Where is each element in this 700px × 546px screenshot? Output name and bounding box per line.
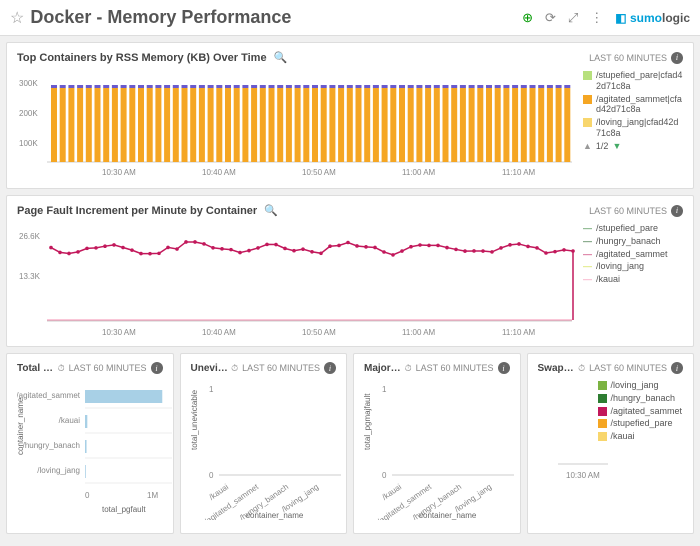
info-icon[interactable]: i <box>671 205 683 217</box>
svg-text:container_name: container_name <box>246 511 304 520</box>
svg-text:/loving_jang: /loving_jang <box>37 466 80 475</box>
brand-logo: ◧ sumologic <box>615 11 690 25</box>
svg-text:26.6K: 26.6K <box>19 232 41 241</box>
svg-text:total_unevictable: total_unevictable <box>191 389 199 450</box>
svg-text:0: 0 <box>209 471 214 480</box>
panel-title: Top Containers by RSS Memory (KB) Over T… <box>17 51 589 64</box>
stacked-bar-chart: 300K 200K 100K 10:30 AM 10:40 AM 10:50 A… <box>17 70 577 180</box>
svg-text:10:30 AM: 10:30 AM <box>566 471 600 480</box>
legend-item[interactable]: —/loving_jang <box>583 261 668 272</box>
magnify-icon[interactable]: 🔍 <box>274 52 288 64</box>
legend-item[interactable]: —/agitated_sammet <box>583 249 668 260</box>
svg-text:/agitated_sammet: /agitated_sammet <box>17 391 81 400</box>
more-icon[interactable]: ⋮ <box>590 10 603 26</box>
app-header: ☆ Docker - Memory Performance ⊕ ⟳ ⤢ ⋮ ◧ … <box>0 0 700 36</box>
header-toolbar: ⊕ ⟳ ⤢ ⋮ ◧ sumologic <box>522 10 690 26</box>
legend-item[interactable]: /stupefied_pare|cfad42d71c8a <box>583 70 683 92</box>
panel-title: Total Page Fault I… <box>17 363 56 374</box>
chart-legend: /stupefied_pare|cfad42d71c8a/agitated_sa… <box>583 70 683 180</box>
hbar-chart: container_name /agitated_sammet/kauai/hu… <box>17 380 172 520</box>
svg-text:total_pgfault: total_pgfault <box>102 505 146 514</box>
panel-title: Major Fault Total … <box>364 363 403 374</box>
svg-text:/kauai: /kauai <box>380 482 403 502</box>
legend-item[interactable]: /loving_jang|cfad42d71c8a <box>583 117 683 139</box>
svg-text:1: 1 <box>382 385 387 394</box>
add-icon[interactable]: ⊕ <box>522 10 533 26</box>
svg-text:container_name: container_name <box>419 511 477 520</box>
panel-title: Page Fault Increment per Minute by Conta… <box>17 204 589 217</box>
svg-text:10:50 AM: 10:50 AM <box>302 168 336 177</box>
chart-legend: —/stupefied_pare —/hungry_banach —/agitate… <box>583 223 668 338</box>
svg-text:0: 0 <box>382 471 387 480</box>
legend-item[interactable]: —/stupefied_pare <box>583 223 668 234</box>
legend-item[interactable]: /agitated_sammet|cfad42d71c8a <box>583 94 683 116</box>
line-chart: 26.6K 13.3K 10:30 AM 10:40 AM 10:50 AM 1… <box>17 223 577 338</box>
legend-item[interactable]: —/hungry_banach <box>583 236 668 247</box>
legend-item[interactable]: —/kauai <box>583 274 668 285</box>
panel-title: Unevictable Mem… <box>191 363 230 374</box>
svg-text:10:40 AM: 10:40 AM <box>202 328 236 337</box>
time-range[interactable]: ⏱LAST 60 MINUTES i <box>58 362 163 374</box>
svg-text:1M: 1M <box>147 491 158 500</box>
svg-text:10:30 AM: 10:30 AM <box>102 168 136 177</box>
info-icon[interactable]: i <box>498 362 510 374</box>
time-range[interactable]: LAST 60 MINUTES i <box>589 205 683 217</box>
time-range[interactable]: ⏱LAST 60 MINUTES i <box>231 362 336 374</box>
chart-legend: /loving_jang/hungry_banach/agitated_samm… <box>538 380 684 442</box>
legend-item[interactable]: /stupefied_pare <box>598 418 684 429</box>
panel-swap-size: Swap Size by Con… ⏱LAST 60 MINUTES i /lo… <box>527 353 695 534</box>
panel-unevictable: Unevictable Mem… ⏱LAST 60 MINUTES i tota… <box>180 353 348 534</box>
legend-item[interactable]: /hungry_banach <box>598 393 684 404</box>
panel-page-fault: Page Fault Increment per Minute by Conta… <box>6 195 694 347</box>
info-icon[interactable]: i <box>671 362 683 374</box>
time-range[interactable]: ⏱LAST 60 MINUTES i <box>578 362 683 374</box>
svg-text:total_pgmajfault: total_pgmajfault <box>364 393 372 450</box>
time-range[interactable]: LAST 60 MINUTES i <box>589 52 683 64</box>
refresh-icon[interactable]: ⟳ <box>545 10 556 26</box>
svg-text:/hungry_banach: /hungry_banach <box>23 441 80 450</box>
panel-total-pgfault: Total Page Fault I… ⏱LAST 60 MINUTES i c… <box>6 353 174 534</box>
expand-icon[interactable]: ⤢ <box>568 10 578 26</box>
svg-text:11:10 AM: 11:10 AM <box>502 168 536 177</box>
svg-text:10:40 AM: 10:40 AM <box>202 168 236 177</box>
panel-title: Swap Size by Con… <box>538 363 577 374</box>
svg-text:100K: 100K <box>19 139 38 148</box>
svg-text:/kauai: /kauai <box>207 482 230 502</box>
time-range[interactable]: ⏱LAST 60 MINUTES i <box>405 362 510 374</box>
panel-major-fault: Major Fault Total … ⏱LAST 60 MINUTES i t… <box>353 353 521 534</box>
svg-text:10:50 AM: 10:50 AM <box>302 328 336 337</box>
info-icon[interactable]: i <box>671 52 683 64</box>
svg-text:200K: 200K <box>19 109 38 118</box>
svg-text:1: 1 <box>209 385 214 394</box>
bar-chart: total_unevictable 1 0 /kauai/agitated_sa… <box>191 380 346 520</box>
legend-item[interactable]: /agitated_sammet <box>598 406 684 417</box>
magnify-icon[interactable]: 🔍 <box>264 205 278 217</box>
info-icon[interactable]: i <box>324 362 336 374</box>
svg-text:11:00 AM: 11:00 AM <box>402 328 436 337</box>
star-icon[interactable]: ☆ <box>10 8 24 28</box>
bar-chart: total_pgmajfault 1 0 /kauai/agitated_sam… <box>364 380 519 520</box>
svg-text:0: 0 <box>85 491 90 500</box>
info-icon[interactable]: i <box>151 362 163 374</box>
svg-text:10:30 AM: 10:30 AM <box>102 328 136 337</box>
legend-pager[interactable]: ▲ 1/2 ▼ <box>583 141 683 152</box>
svg-text:11:00 AM: 11:00 AM <box>402 168 436 177</box>
line-chart: 10:30 AM <box>538 444 693 484</box>
svg-text:13.3K: 13.3K <box>19 272 41 281</box>
svg-text:11:10 AM: 11:10 AM <box>502 328 536 337</box>
page-title: Docker - Memory Performance <box>30 7 522 28</box>
svg-text:/kauai: /kauai <box>59 416 81 425</box>
panel-rss-memory: Top Containers by RSS Memory (KB) Over T… <box>6 42 694 189</box>
svg-text:300K: 300K <box>19 79 38 88</box>
legend-item[interactable]: /kauai <box>598 431 684 442</box>
legend-item[interactable]: /loving_jang <box>598 380 684 391</box>
